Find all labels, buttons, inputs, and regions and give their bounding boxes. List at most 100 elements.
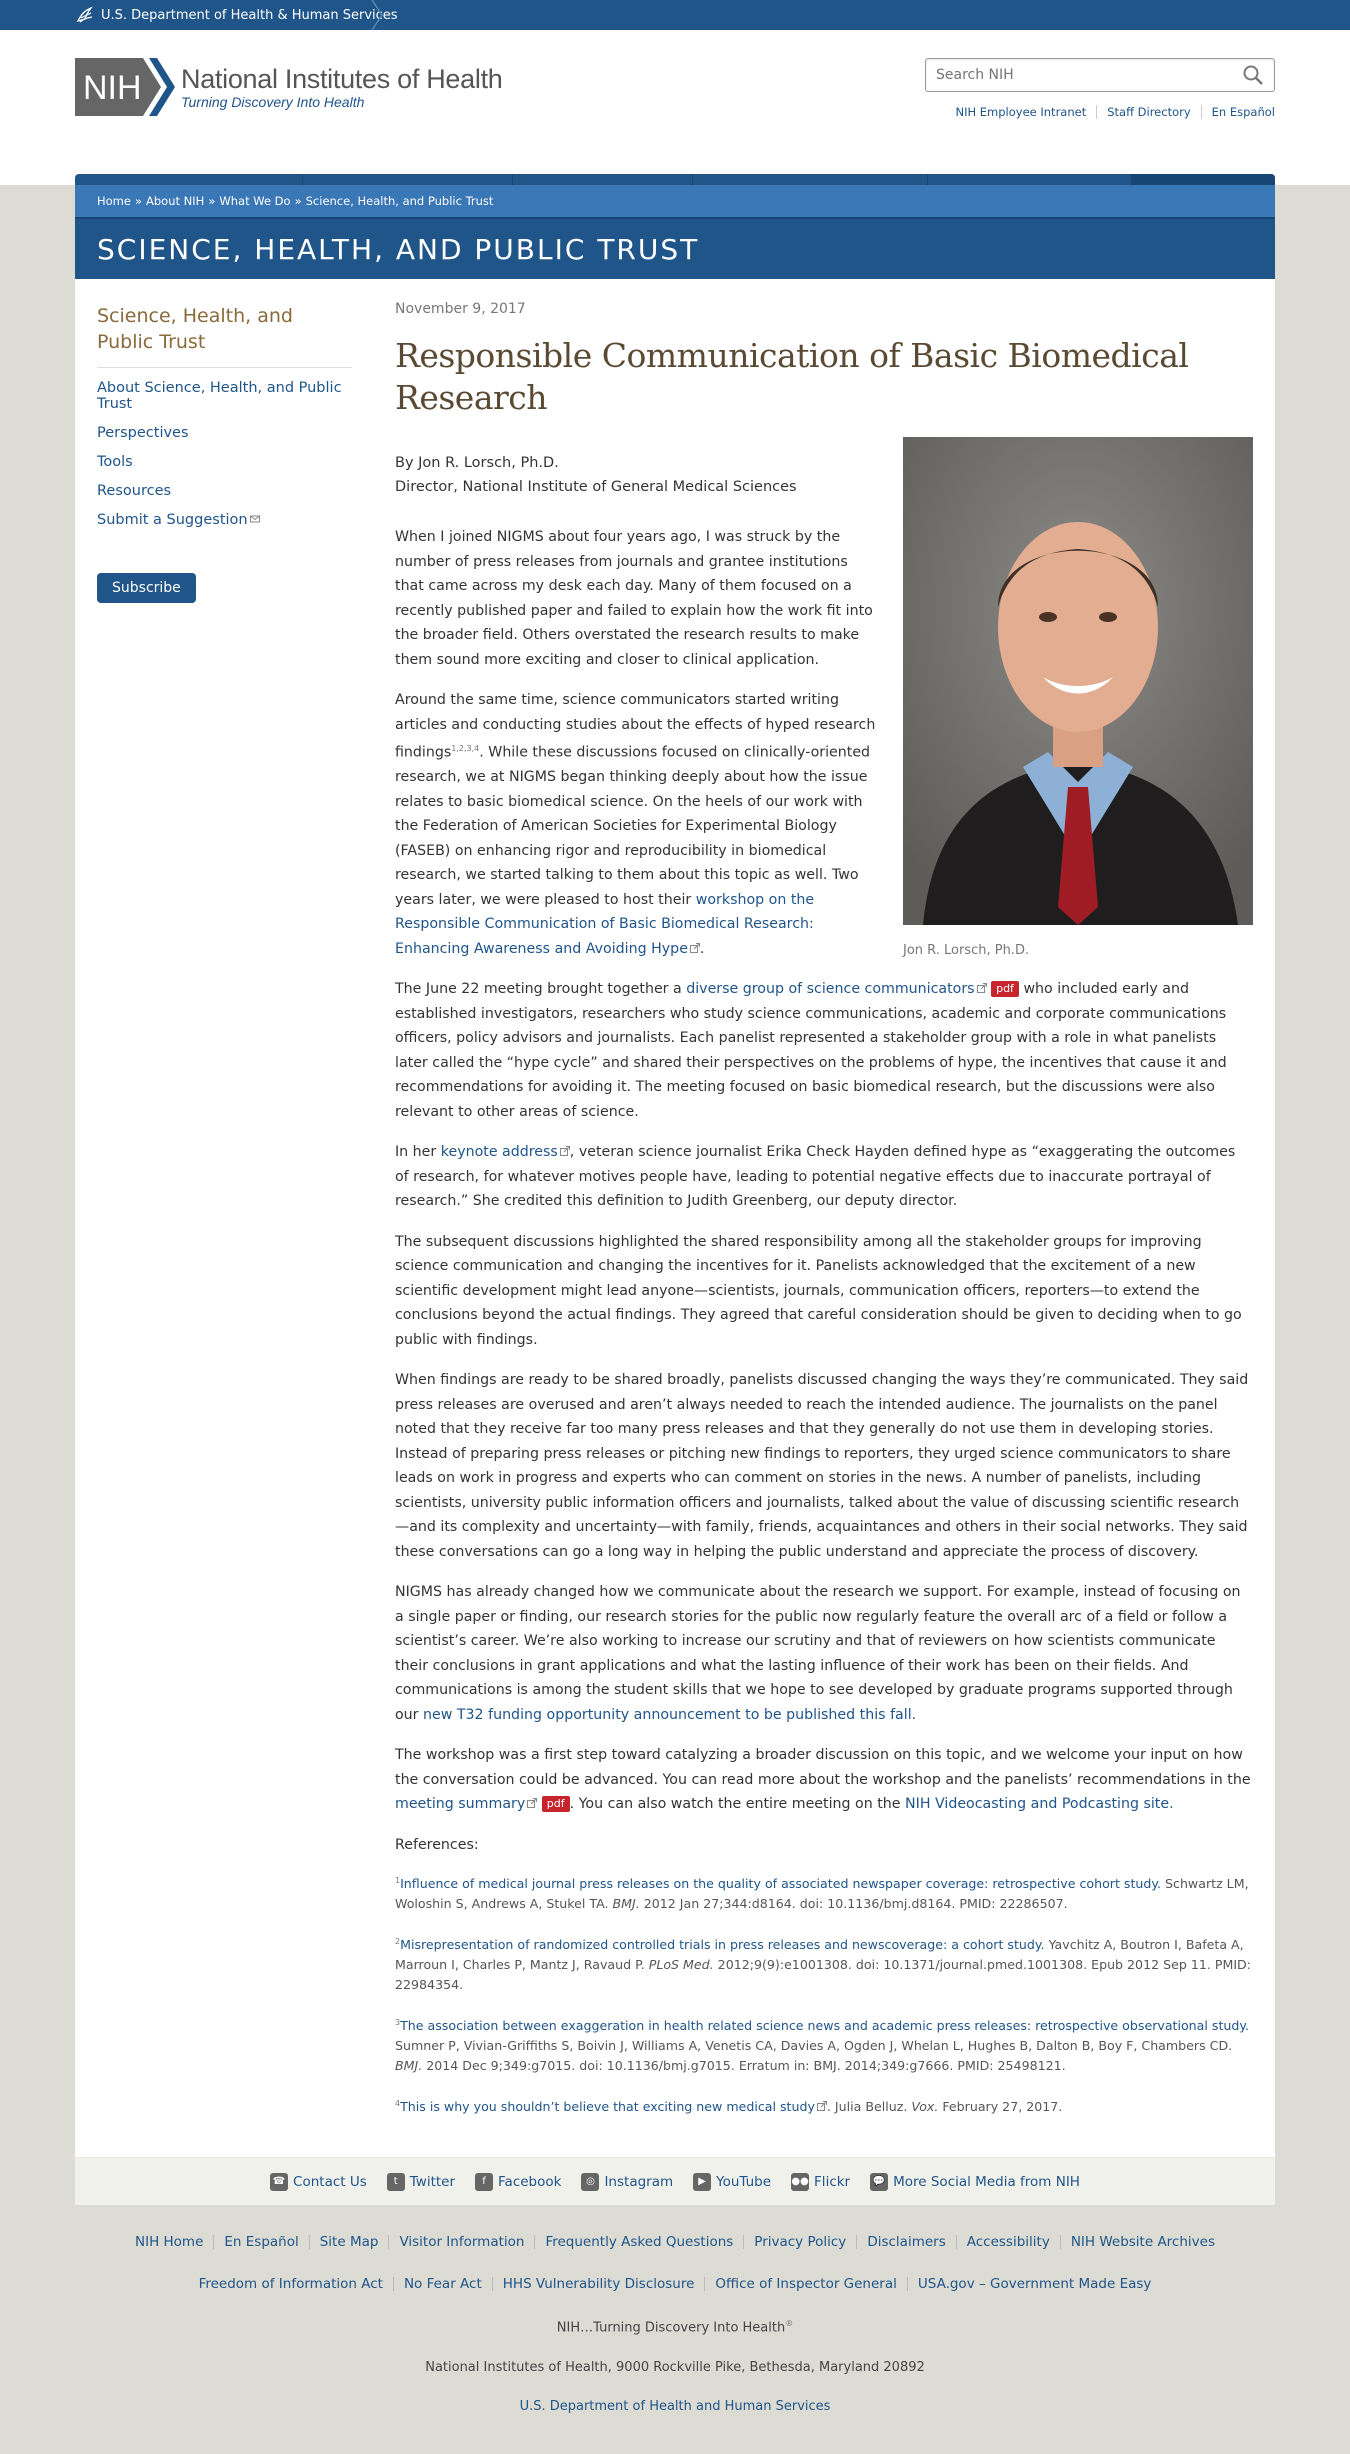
reference-item: 2Misrepresentation of randomized control… xyxy=(395,1932,1253,1995)
nih-logo-mark-icon: NIH xyxy=(75,58,175,116)
footer-tagline: NIH…Turning Discovery Into Health® xyxy=(0,2319,1350,2335)
social-label: Flickr xyxy=(814,2173,851,2190)
twitter-icon: t xyxy=(386,2172,405,2191)
social-label: Twitter xyxy=(409,2173,456,2190)
diverse-group-link[interactable]: diverse group of science communicators xyxy=(686,981,974,997)
footer-link-hhs-vulnerability[interactable]: HHS Vulnerability Disclosure xyxy=(491,2277,705,2292)
t32-funding-link[interactable]: new T32 funding opportunity announcement… xyxy=(423,1707,916,1723)
section-title: SCIENCE, HEALTH, AND PUBLIC TRUST xyxy=(97,232,700,266)
social-label: Facebook xyxy=(498,2173,562,2190)
nih-logo[interactable]: NIH National Institutes of Health Turnin… xyxy=(75,58,503,116)
footer-link-espanol[interactable]: En Español xyxy=(213,2235,308,2250)
reference-link[interactable]: Influence of medical journal press relea… xyxy=(400,1876,1161,1891)
instagram-icon: ◎ xyxy=(581,2172,600,2191)
social-youtube[interactable]: ▶ YouTube xyxy=(693,2172,772,2191)
p8-text-b: . You can also watch the entire meeting … xyxy=(569,1796,906,1813)
keynote-address-link[interactable]: keynote address xyxy=(441,1144,558,1160)
reference-item: 3The association between exaggeration in… xyxy=(395,2013,1253,2076)
social-flickr[interactable]: ●● Flickr xyxy=(791,2172,851,2191)
videocasting-link[interactable]: NIH Videocasting and Podcasting site. xyxy=(905,1796,1174,1812)
social-contact-us[interactable]: ☎ Contact Us xyxy=(270,2172,367,2191)
hhs-label: U.S. Department of Health & Human Servic… xyxy=(101,7,398,23)
p7-text-a: NIGMS has already changed how we communi… xyxy=(395,1584,1241,1723)
footer-address: National Institutes of Health, 9000 Rock… xyxy=(425,2359,925,2375)
footer-link-no-fear-act[interactable]: No Fear Act xyxy=(392,2277,492,2292)
footer-hhs-link[interactable]: U.S. Department of Health and Human Serv… xyxy=(520,2399,831,2414)
footer-link-disclaimers[interactable]: Disclaimers xyxy=(856,2235,955,2250)
breadcrumb-what-we-do[interactable]: What We Do xyxy=(219,194,290,208)
sidebar-item-perspectives[interactable]: Perspectives xyxy=(97,425,189,441)
social-instagram[interactable]: ◎ Instagram xyxy=(581,2172,673,2191)
sidebar-item-resources[interactable]: Resources xyxy=(97,483,171,499)
external-link-icon xyxy=(559,1146,570,1157)
page-container: Home» About NIH» What We Do» Science, He… xyxy=(75,185,1275,2206)
paragraph-3: The June 22 meeting brought together a d… xyxy=(395,977,1253,1124)
p3-text-b: who included early and established inves… xyxy=(395,981,1227,1120)
sidebar-item-about[interactable]: About Science, Health, and Public Trust xyxy=(97,380,342,412)
util-link-espanol[interactable]: En Español xyxy=(1200,105,1275,119)
footer-link-foia[interactable]: Freedom of Information Act xyxy=(189,2277,393,2291)
footer-link-usagov[interactable]: USA.gov – Government Made Easy xyxy=(906,2277,1162,2292)
ref-journal: BMJ. xyxy=(612,1895,640,1911)
footer-link-inspector-general[interactable]: Office of Inspector General xyxy=(704,2277,906,2292)
footer-links-secondary: Freedom of Information Act No Fear Act H… xyxy=(0,2277,1350,2292)
hhs-bar: U.S. Department of Health & Human Servic… xyxy=(0,0,1350,30)
sidebar-item-tools[interactable]: Tools xyxy=(97,454,133,470)
flickr-icon: ●● xyxy=(791,2172,810,2191)
breadcrumb-home[interactable]: Home xyxy=(97,194,131,208)
breadcrumb-current: Science, Health, and Public Trust xyxy=(305,194,494,208)
nih-logo-text: NIH xyxy=(83,69,142,107)
paragraph-4: In her keynote address, veteran science … xyxy=(395,1140,1253,1214)
ref-details: 2012 Jan 27;344:d8164. doi: 10.1136/bmj.… xyxy=(639,1895,1068,1911)
footer-link-accessibility[interactable]: Accessibility xyxy=(955,2235,1060,2250)
article-date: November 9, 2017 xyxy=(395,301,526,317)
hhs-chevron-icon xyxy=(371,0,383,30)
paragraph-8: The workshop was a first step toward cat… xyxy=(395,1743,1253,1817)
references-heading: References: xyxy=(395,1836,479,1853)
util-link-staff-directory[interactable]: Staff Directory xyxy=(1096,105,1200,119)
search-box xyxy=(925,58,1275,92)
util-link-intranet[interactable]: NIH Employee Intranet xyxy=(945,105,1096,119)
mail-icon xyxy=(249,515,260,523)
author-photo-figure: Jon R. Lorsch, Ph.D. xyxy=(903,437,1253,963)
p2-references-sup[interactable]: 1,2,3,4 xyxy=(451,744,479,753)
footer-link-faq[interactable]: Frequently Asked Questions xyxy=(534,2235,743,2250)
footer-link-archives[interactable]: NIH Website Archives xyxy=(1059,2235,1225,2250)
sidebar: Science, Health, and Public Trust About … xyxy=(97,279,352,2157)
section-banner: SCIENCE, HEALTH, AND PUBLIC TRUST xyxy=(75,217,1275,279)
p4-text-a: In her xyxy=(395,1144,441,1161)
sidebar-title: Science, Health, and Public Trust xyxy=(97,303,352,368)
p8-text-a: The workshop was a first step toward cat… xyxy=(395,1747,1251,1788)
reference-link[interactable]: This is why you shouldn’t believe that e… xyxy=(400,2099,815,2114)
external-link-icon xyxy=(527,1798,538,1809)
org-tagline: Turning Discovery Into Health xyxy=(181,94,365,110)
footer-link-nih-home[interactable]: NIH Home xyxy=(125,2235,213,2249)
reference-link[interactable]: Misrepresentation of randomized controll… xyxy=(400,1937,1044,1952)
subscribe-button[interactable]: Subscribe xyxy=(97,573,196,603)
site-header: NIH National Institutes of Health Turnin… xyxy=(0,30,1350,214)
social-facebook[interactable]: f Facebook xyxy=(475,2172,562,2191)
ref-authors: . Julia Belluz. xyxy=(826,2099,912,2115)
hhs-link[interactable]: U.S. Department of Health & Human Servic… xyxy=(75,0,416,30)
reference-link[interactable]: The association between exaggeration in … xyxy=(400,2018,1249,2033)
p3-text-a: The June 22 meeting brought together a xyxy=(395,981,687,998)
sidebar-item-submit-suggestion[interactable]: Submit a Suggestion xyxy=(97,512,260,528)
footer-link-visitor-info[interactable]: Visitor Information xyxy=(388,2235,534,2250)
meeting-summary-link[interactable]: meeting summary xyxy=(395,1796,525,1812)
social-label: Contact Us xyxy=(293,2173,367,2190)
footer-link-site-map[interactable]: Site Map xyxy=(308,2235,389,2250)
social-label: More Social Media from NIH xyxy=(893,2173,1080,2190)
footer-link-privacy[interactable]: Privacy Policy xyxy=(743,2235,856,2250)
external-link-icon xyxy=(816,2101,827,2112)
external-link-icon xyxy=(976,983,987,994)
external-link-icon xyxy=(689,942,700,953)
search-input[interactable] xyxy=(936,67,1242,83)
social-bar: ☎ Contact Us t Twitter f Facebook ◎ Instagra… xyxy=(75,2157,1275,2206)
social-more[interactable]: 💬 More Social Media from NIH xyxy=(870,2172,1080,2191)
social-twitter[interactable]: t Twitter xyxy=(386,2172,456,2191)
ref-journal: Vox. xyxy=(911,2099,939,2115)
social-label: YouTube xyxy=(716,2173,772,2190)
search-icon[interactable] xyxy=(1242,64,1264,86)
author-photo xyxy=(903,437,1253,925)
breadcrumb-about-nih[interactable]: About NIH xyxy=(146,194,204,208)
